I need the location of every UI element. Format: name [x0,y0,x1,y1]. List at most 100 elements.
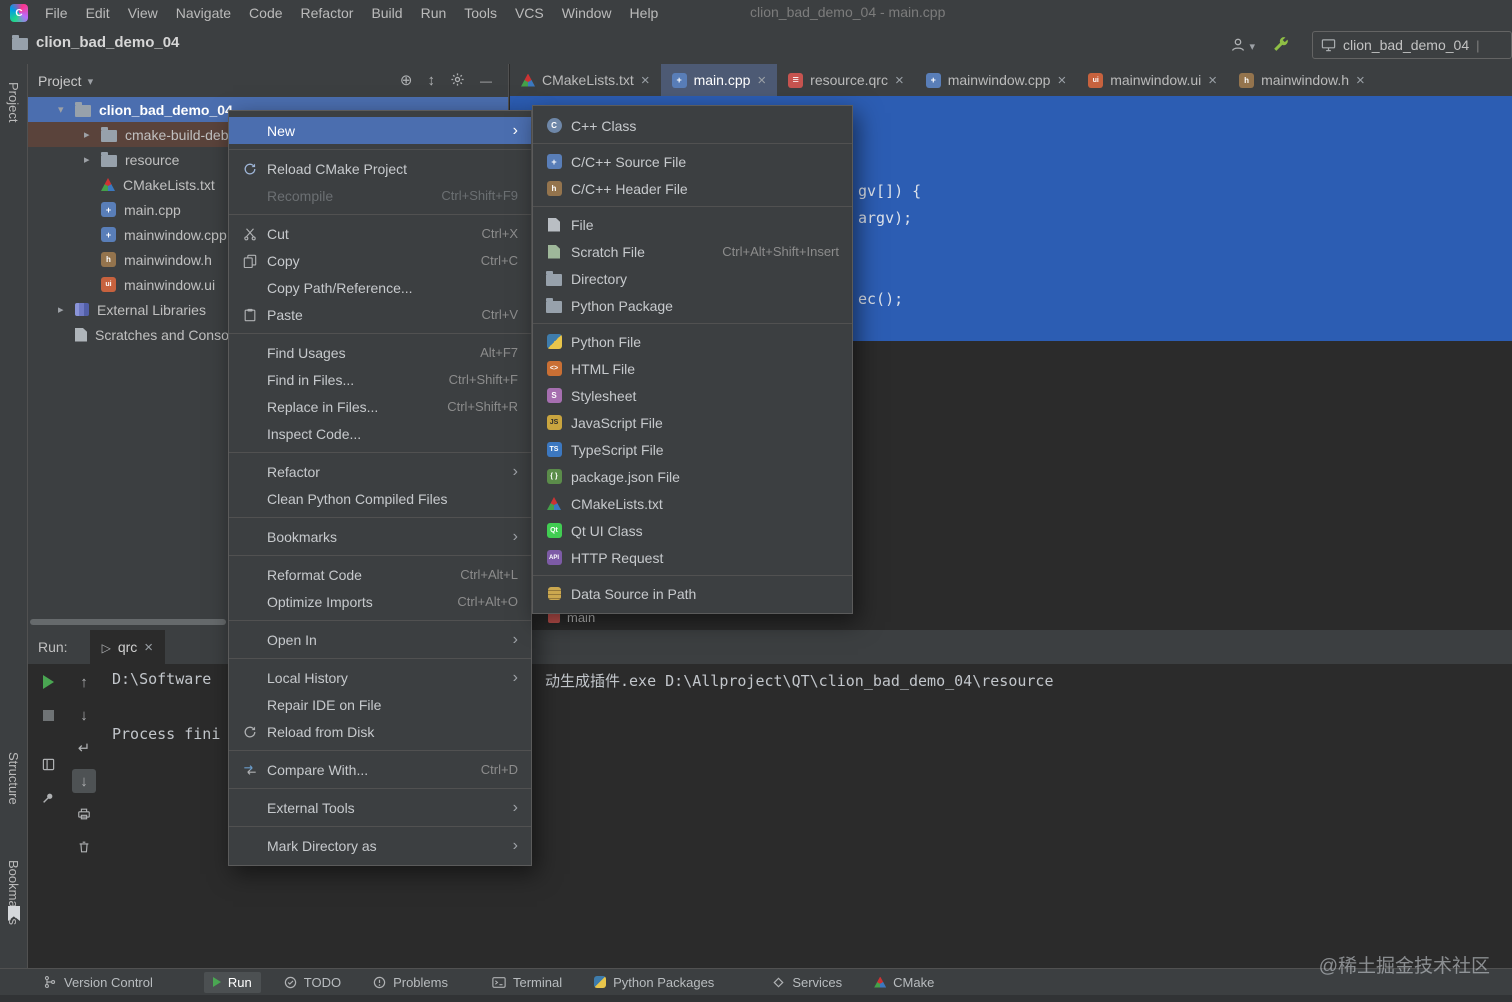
menu-item-clean-python-compiled[interactable]: Clean Python Compiled Files [229,485,531,512]
submenu-item-typescript-file[interactable]: TypeScript File [533,436,852,463]
menu-item-refactor[interactable]: Refactor [229,458,531,485]
submenu-item-directory[interactable]: Directory [533,265,852,292]
editor-tab-mainwindow-cpp[interactable]: mainwindow.cpp [915,64,1078,96]
hide-panel-icon[interactable] [480,73,492,88]
menu-item-compare-with[interactable]: Compare With... Ctrl+D [229,756,531,783]
submenu-item-python-package[interactable]: Python Package [533,292,852,319]
submenu-item-python-file[interactable]: Python File [533,328,852,355]
status-item-cmake[interactable]: CMake [865,972,943,993]
menu-item-cut[interactable]: Cut Ctrl+X [229,220,531,247]
project-breadcrumb[interactable]: clion_bad_demo_04 [12,34,179,51]
chevron-down-icon[interactable] [88,73,94,88]
editor-tab-cmakelists[interactable]: CMakeLists.txt [510,64,661,96]
status-item-todo[interactable]: TODO [275,972,350,993]
submenu-item-cpp-header-file[interactable]: C/C++ Header File [533,175,852,202]
pin-button[interactable] [36,786,60,810]
run-tab-qrc[interactable]: qrc [89,630,166,664]
menubar-item-build[interactable]: Build [362,2,411,24]
restore-layout-button[interactable] [36,752,60,776]
menu-item-paste[interactable]: Paste Ctrl+V [229,301,531,328]
menu-item-find-usages[interactable]: Find Usages Alt+F7 [229,339,531,366]
submenu-item-html-file[interactable]: HTML File [533,355,852,382]
menu-item-reformat-code[interactable]: Reformat Code Ctrl+Alt+L [229,561,531,588]
stripe-button-project[interactable]: Project [6,82,21,122]
menu-item-optimize-imports[interactable]: Optimize Imports Ctrl+Alt+O [229,588,531,615]
status-item-services[interactable]: Services [763,972,851,993]
chevron-right-icon[interactable] [84,153,101,166]
submenu-item-scratch-file[interactable]: Scratch File Ctrl+Alt+Shift+Insert [533,238,852,265]
menu-item-open-in[interactable]: Open In [229,626,531,653]
menu-item-reload-from-disk[interactable]: Reload from Disk [229,718,531,745]
clear-console-button[interactable] [72,835,96,859]
menu-item-find-in-files[interactable]: Find in Files... Ctrl+Shift+F [229,366,531,393]
project-panel-title[interactable]: Project [38,73,82,89]
horizontal-scrollbar[interactable] [30,619,226,625]
submenu-item-http-request[interactable]: HTTP Request [533,544,852,571]
menubar-item-navigate[interactable]: Navigate [167,2,240,24]
submenu-item-stylesheet[interactable]: Stylesheet [533,382,852,409]
run-config-selector[interactable]: clion_bad_demo_04 | [1312,31,1512,59]
menu-item-inspect-code[interactable]: Inspect Code... [229,420,531,447]
editor-tab-mainwindow-ui[interactable]: mainwindow.ui [1077,64,1228,96]
status-item-version-control[interactable]: Version Control [34,972,162,993]
menu-item-bookmarks[interactable]: Bookmarks [229,523,531,550]
close-tab-icon[interactable] [641,72,650,89]
rerun-button[interactable] [36,670,60,694]
close-tab-icon[interactable] [1057,72,1066,89]
status-item-terminal[interactable]: Terminal [483,972,571,993]
submenu-item-file[interactable]: File [533,211,852,238]
menubar-item-edit[interactable]: Edit [77,2,119,24]
status-item-python-packages[interactable]: Python Packages [585,972,723,993]
submenu-item-cpp-source-file[interactable]: C/C++ Source File [533,148,852,175]
menu-item-replace-in-files[interactable]: Replace in Files... Ctrl+Shift+R [229,393,531,420]
close-tab-icon[interactable] [895,72,904,89]
wrench-icon[interactable] [1271,35,1288,55]
menubar-item-window[interactable]: Window [553,2,621,24]
submenu-item-javascript-file[interactable]: JavaScript File [533,409,852,436]
print-button[interactable] [72,802,96,826]
down-stack-trace-button[interactable]: ↓ [72,703,96,727]
menubar-item-vcs[interactable]: VCS [506,2,553,24]
menu-item-external-tools[interactable]: External Tools [229,794,531,821]
menu-item-reload-cmake-project[interactable]: Reload CMake Project [229,155,531,182]
chevron-down-icon[interactable] [58,103,75,116]
submenu-item-cmakelists[interactable]: CMakeLists.txt [533,490,852,517]
status-item-run[interactable]: Run [203,971,261,993]
editor-tab-mainwindow-h[interactable]: mainwindow.h [1228,64,1376,96]
locate-file-icon[interactable] [400,73,413,88]
scroll-to-end-button[interactable]: ↓ [72,769,96,793]
close-tab-icon[interactable] [757,72,766,89]
submenu-item-qt-ui-class[interactable]: Qt UI Class [533,517,852,544]
menubar-item-help[interactable]: Help [621,2,668,24]
chevron-right-icon[interactable] [58,303,75,316]
soft-wrap-button[interactable]: ↵ [72,736,96,760]
submenu-item-data-source-in-path[interactable]: Data Source in Path [533,580,852,607]
chevron-right-icon[interactable] [84,128,101,141]
close-tab-icon[interactable] [1208,72,1217,89]
up-stack-trace-button[interactable]: ↑ [72,670,96,694]
menubar-item-file[interactable]: File [36,2,77,24]
menubar-item-run[interactable]: Run [412,2,456,24]
menu-item-mark-directory-as[interactable]: Mark Directory as [229,832,531,859]
menubar-item-tools[interactable]: Tools [455,2,506,24]
stripe-button-structure[interactable]: Structure [6,752,21,805]
menubar-item-view[interactable]: View [119,2,167,24]
submenu-item-package-json[interactable]: package.json File [533,463,852,490]
menu-item-new[interactable]: New [229,117,531,144]
editor-tab-main-cpp[interactable]: main.cpp [660,64,778,96]
user-icon[interactable] [1230,37,1255,53]
menu-item-copy-path[interactable]: Copy Path/Reference... [229,274,531,301]
submenu-item-cpp-class[interactable]: C++ Class [533,112,852,139]
editor-tab-resource-qrc[interactable]: resource.qrc [777,64,915,96]
stop-button[interactable] [36,703,60,727]
close-tab-icon[interactable] [1356,72,1365,89]
menubar-item-refactor[interactable]: Refactor [292,2,363,24]
menu-item-repair-ide[interactable]: Repair IDE on File [229,691,531,718]
menubar-item-code[interactable]: Code [240,2,291,24]
close-tab-icon[interactable] [144,639,153,656]
expand-collapse-icon[interactable] [428,73,436,88]
menu-item-local-history[interactable]: Local History [229,664,531,691]
settings-gear-icon[interactable] [450,72,465,90]
menu-item-copy[interactable]: Copy Ctrl+C [229,247,531,274]
status-item-problems[interactable]: Problems [364,972,457,993]
